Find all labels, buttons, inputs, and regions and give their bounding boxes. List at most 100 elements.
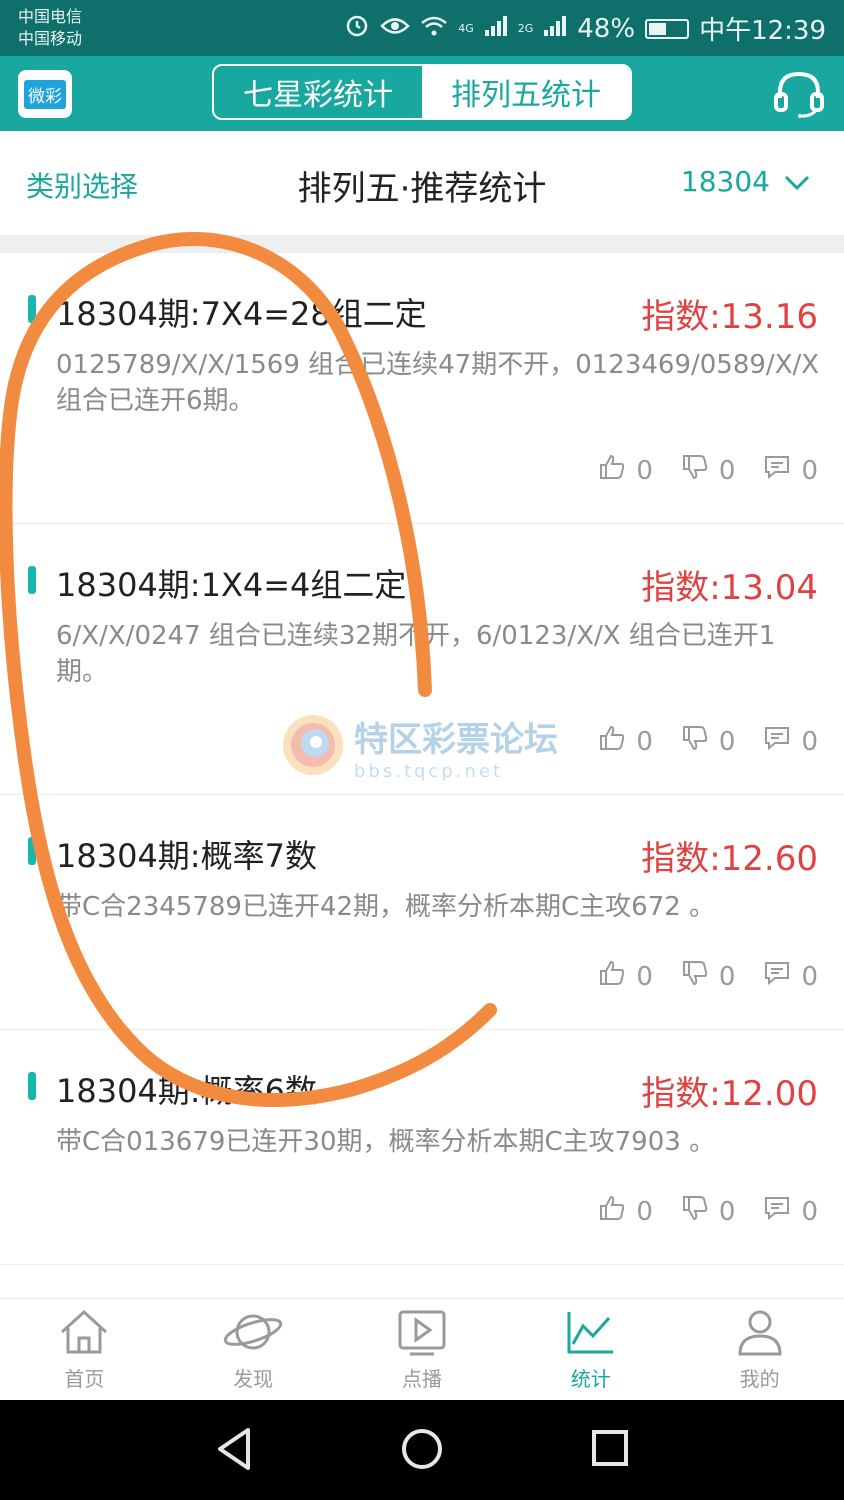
dislike-count: 0	[718, 455, 736, 486]
accent-bar	[28, 1072, 36, 1100]
comment-button[interactable]: 0	[763, 959, 818, 994]
watermark-title: 特区彩票论坛	[354, 720, 558, 760]
item-desc: 带C合013679已连开30期，概率分析本期C主攻7903 。	[56, 1127, 716, 1157]
comment-count: 0	[801, 961, 818, 992]
signal-icon-2	[543, 14, 567, 44]
app-logo[interactable]: 微彩	[18, 70, 72, 118]
battery-percent: 48%	[577, 13, 636, 44]
dislike-button[interactable]: 0	[681, 959, 736, 994]
item-actions: 0 0 0	[598, 959, 818, 994]
like-button[interactable]: 0	[598, 959, 653, 994]
thumbs-up-icon	[598, 453, 626, 488]
home-circle-icon[interactable]	[400, 1426, 444, 1476]
home-icon	[58, 1308, 110, 1361]
comment-button[interactable]: 0	[763, 453, 818, 488]
thumbs-down-icon	[681, 453, 709, 488]
nav-vod[interactable]: 点播	[338, 1299, 507, 1401]
issue-select-dropdown[interactable]: 18304	[681, 165, 810, 198]
item-desc: 6/X/X/0247 组合已连续32期不开，6/0123/X/X 组合已连开1期…	[56, 621, 776, 687]
thumbs-up-icon	[598, 724, 626, 759]
thumbs-up-icon	[598, 959, 626, 994]
sub-header: 排列五·推荐统计 类别选择 18304	[0, 131, 844, 235]
dislike-button[interactable]: 0	[681, 724, 736, 759]
clock: 中午12:39	[699, 16, 826, 46]
list-item[interactable]: 18304期:概率7数 指数:12.60 带C合2345789已连开42期，概率…	[0, 795, 844, 1030]
status-bar: 中国电信 中国移动 4G 2G 48% 中午12:39	[0, 0, 844, 56]
accent-bar	[28, 295, 36, 323]
like-count: 0	[636, 455, 653, 486]
carrier-1: 中国电信	[18, 7, 83, 26]
watermark-url: bbs.tqcp.net	[354, 761, 504, 782]
comment-count: 0	[801, 455, 818, 486]
comment-icon	[763, 959, 791, 994]
tab-qixingcai[interactable]: 七星彩统计	[214, 66, 422, 118]
nav-home[interactable]: 首页	[0, 1299, 169, 1401]
item-title: 18304期:7X4=28组二定	[56, 295, 427, 333]
headset-icon[interactable]	[772, 68, 826, 122]
like-button[interactable]: 0	[598, 453, 653, 488]
thumbs-down-icon	[681, 724, 709, 759]
dislike-count: 0	[718, 961, 736, 992]
dislike-count: 0	[718, 1196, 736, 1227]
item-title: 18304期:概率7数	[56, 837, 317, 875]
eye-icon	[380, 14, 410, 44]
like-button[interactable]: 0	[598, 724, 653, 759]
item-title: 18304期:概率6数	[56, 1072, 317, 1110]
nav-mine[interactable]: 我的	[675, 1299, 844, 1401]
carrier-2: 中国移动	[18, 29, 83, 48]
item-index: 指数:13.04	[641, 568, 818, 608]
like-count: 0	[636, 961, 653, 992]
logo-text: 微彩	[24, 79, 66, 109]
network-type-1: 4G	[458, 22, 474, 35]
item-title: 18304期:1X4=4组二定	[56, 566, 407, 604]
system-nav-bar	[0, 1400, 844, 1500]
issue-value: 18304	[680, 165, 770, 198]
battery-icon	[645, 18, 690, 39]
list-item[interactable]: 18304期:7X4=28组二定 指数:13.16 0125789/X/X/15…	[0, 253, 844, 524]
comment-icon	[763, 724, 791, 759]
item-index: 指数:12.60	[641, 839, 818, 879]
dislike-button[interactable]: 0	[681, 1194, 736, 1229]
bottom-nav: 首页 发现 点播 统计 我的	[0, 1298, 844, 1401]
play-icon	[396, 1308, 448, 1361]
forum-watermark: 特区彩票论坛 bbs.tqcp.net	[280, 712, 558, 782]
item-desc: 0125789/X/X/1569 组合已连续47期不开，0123469/0589…	[56, 350, 820, 416]
item-actions: 0 0 0	[598, 724, 818, 759]
like-button[interactable]: 0	[598, 1194, 653, 1229]
user-icon	[734, 1308, 786, 1361]
comment-icon	[763, 1194, 791, 1229]
category-select-button[interactable]: 类别选择	[26, 165, 138, 205]
signal-icon-1	[484, 14, 508, 44]
recents-icon[interactable]	[590, 1426, 630, 1476]
section-divider	[0, 235, 844, 253]
tab-pailiewu[interactable]: 排列五统计	[422, 66, 630, 118]
like-count: 0	[636, 1196, 653, 1227]
item-actions: 0 0 0	[598, 1194, 818, 1229]
carrier-labels: 中国电信 中国移动	[18, 6, 82, 50]
chevron-down-icon	[784, 165, 810, 198]
item-desc: 带C合2345789已连开42期，概率分析本期C主攻672 。	[56, 892, 716, 922]
status-indicators: 4G 2G 48% 中午12:39	[344, 10, 826, 47]
nav-discover[interactable]: 发现	[169, 1299, 338, 1401]
nav-stats[interactable]: 统计	[506, 1299, 675, 1401]
wifi-icon	[420, 14, 448, 44]
back-icon[interactable]	[214, 1426, 254, 1476]
accent-bar	[28, 837, 36, 865]
item-index: 指数:12.00	[641, 1074, 818, 1114]
item-actions: 0 0 0	[598, 453, 818, 488]
dislike-button[interactable]: 0	[681, 453, 736, 488]
like-count: 0	[636, 726, 653, 757]
comment-icon	[763, 453, 791, 488]
stat-tabs: 七星彩统计 排列五统计	[212, 64, 632, 120]
nav-discover-label: 发现	[233, 1367, 274, 1391]
nav-home-label: 首页	[64, 1367, 105, 1391]
battery-level	[649, 22, 667, 35]
dislike-count: 0	[718, 726, 736, 757]
comment-count: 0	[801, 1196, 818, 1227]
item-index: 指数:13.16	[641, 297, 818, 337]
app-bar: 微彩 七星彩统计 排列五统计	[0, 56, 844, 131]
comment-button[interactable]: 0	[763, 1194, 818, 1229]
list-item[interactable]: 18304期:概率6数 指数:12.00 带C合013679已连开30期，概率分…	[0, 1030, 844, 1265]
comment-button[interactable]: 0	[763, 724, 818, 759]
thumbs-down-icon	[681, 1194, 709, 1229]
